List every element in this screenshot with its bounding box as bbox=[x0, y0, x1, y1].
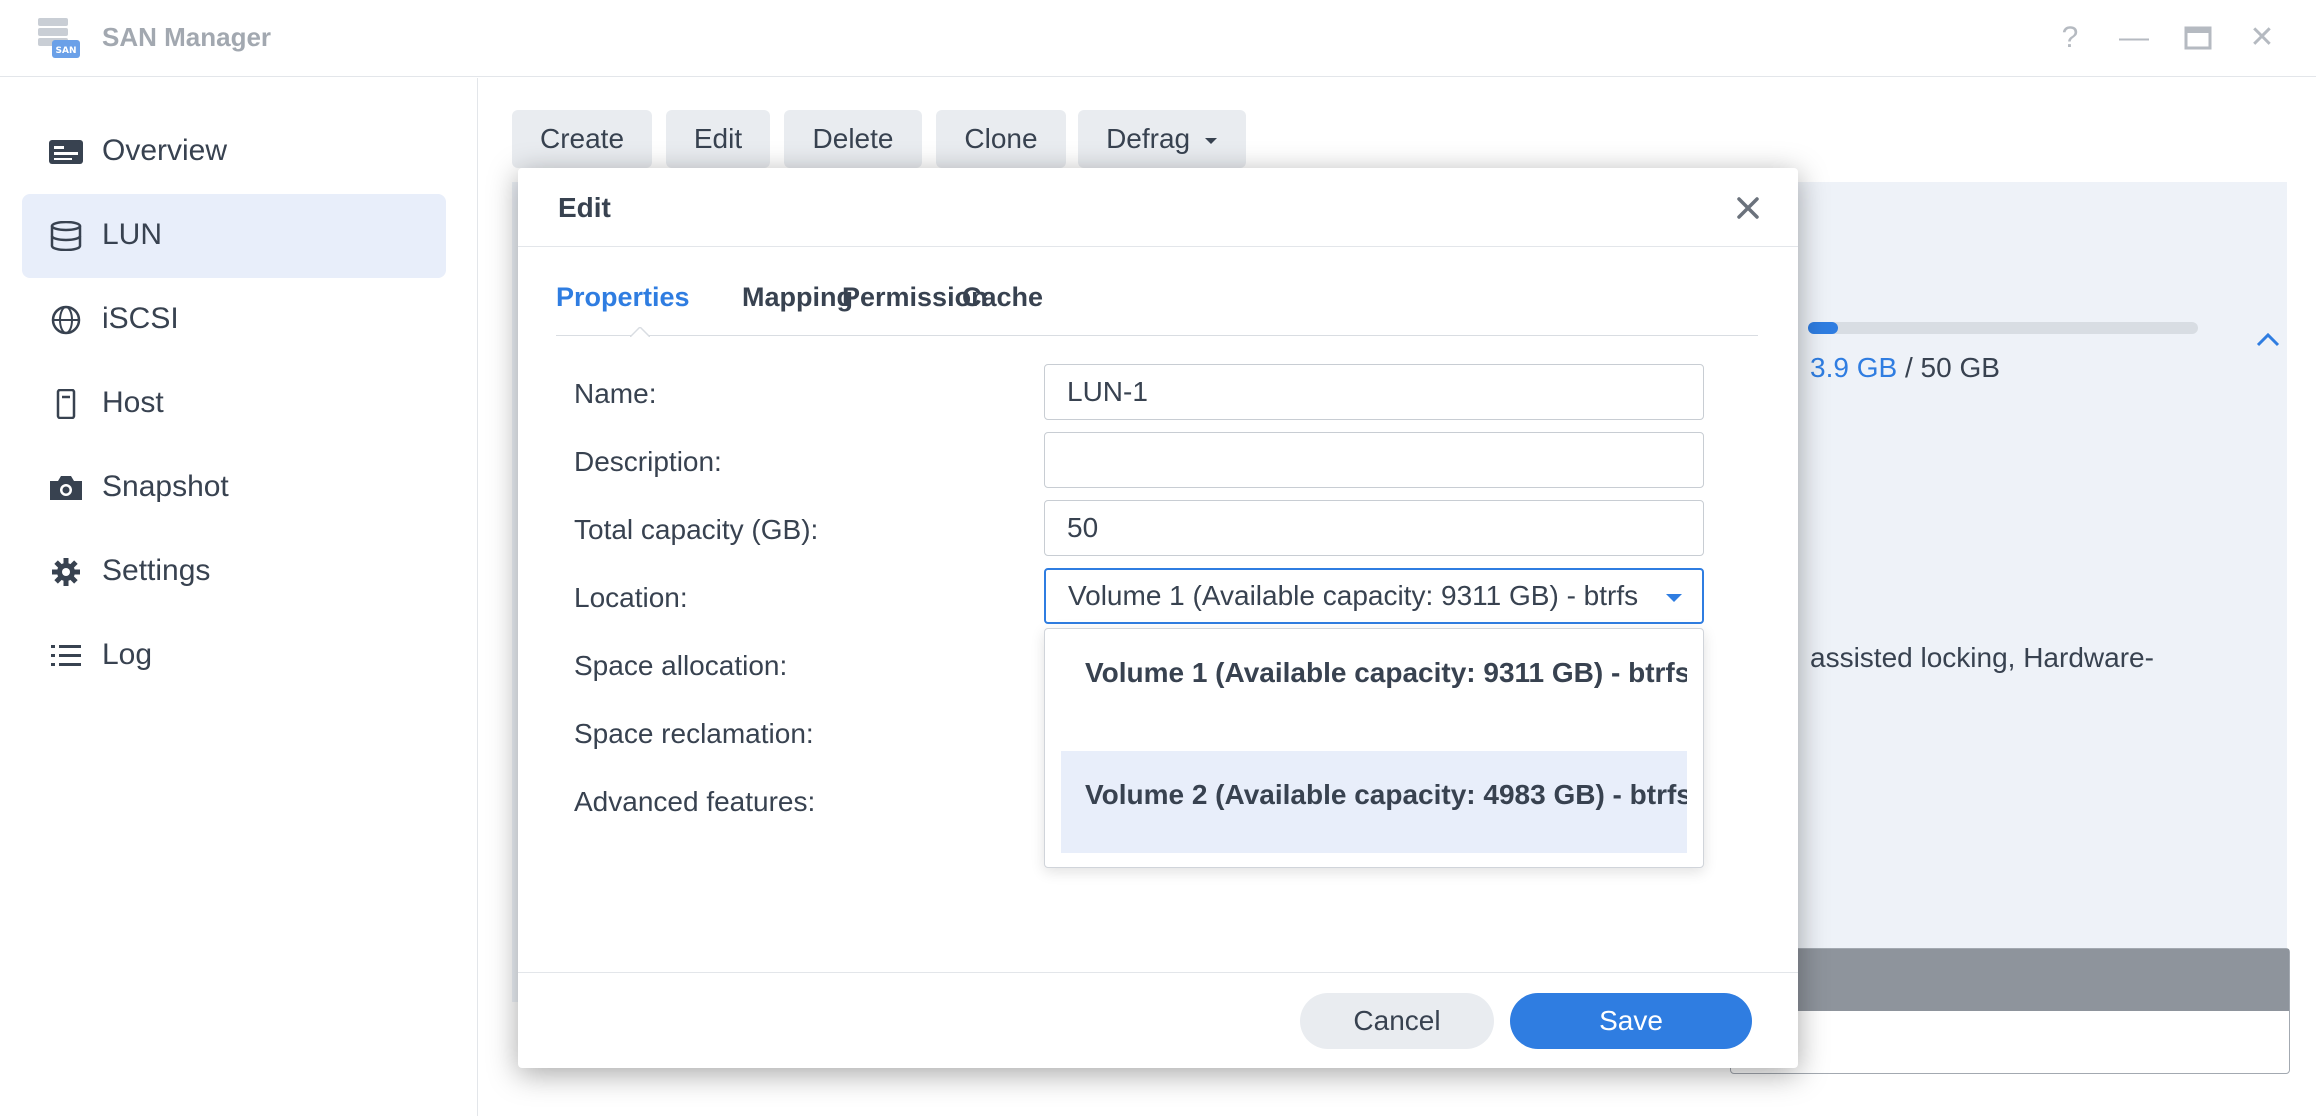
sidebar-item-label: LUN bbox=[102, 218, 163, 251]
title-bar: SAN SAN Manager ? — ✕ bbox=[0, 0, 2316, 77]
space-reclamation-label: Space reclamation: bbox=[574, 718, 814, 749]
name-input[interactable]: LUN-1 bbox=[1044, 364, 1704, 420]
close-icon[interactable] bbox=[1730, 190, 1766, 226]
name-label: Name: bbox=[574, 378, 657, 409]
sidebar-item-label: Overview bbox=[102, 134, 228, 167]
clone-button[interactable]: Clone bbox=[936, 110, 1066, 168]
location-dropdown-menu: Volume 1 (Available capacity: 9311 GB) -… bbox=[1044, 628, 1704, 868]
chevron-up-icon[interactable] bbox=[2254, 330, 2282, 350]
app-title: SAN Manager bbox=[102, 22, 272, 52]
host-icon bbox=[56, 389, 76, 419]
usage-total: 50 GB bbox=[1920, 352, 2000, 383]
tab-properties[interactable]: Properties bbox=[556, 282, 690, 313]
tab-mapping[interactable]: Mapping bbox=[742, 282, 853, 313]
usage-text: 3.9 GB / 50 GB bbox=[1810, 352, 2000, 384]
sidebar-item-settings[interactable]: Settings bbox=[22, 530, 446, 614]
defrag-label: Defrag bbox=[1106, 123, 1191, 154]
background-table-header bbox=[1731, 949, 2289, 1011]
advanced-features-text: assisted locking, Hardware- bbox=[1810, 642, 2154, 673]
create-button[interactable]: Create bbox=[512, 110, 652, 168]
edit-dialog: Edit Properties Mapping Permission Cache… bbox=[518, 168, 1798, 1068]
san-manager-icon: SAN bbox=[38, 18, 80, 58]
gear-icon bbox=[52, 558, 80, 586]
sidebar-item-log[interactable]: Log bbox=[22, 614, 446, 698]
total-capacity-input[interactable]: 50 bbox=[1044, 500, 1704, 556]
sidebar-item-label: Log bbox=[102, 638, 153, 671]
defrag-button[interactable]: Defrag bbox=[1078, 110, 1246, 168]
sidebar-item-label: iSCSI bbox=[102, 302, 179, 335]
space-allocation-label: Space allocation: bbox=[574, 650, 788, 681]
caret-down-icon bbox=[1204, 137, 1217, 144]
usage-used: 3.9 GB bbox=[1810, 352, 1898, 383]
advanced-features-label: Advanced features: bbox=[574, 786, 816, 817]
sidebar-item-label: Settings bbox=[102, 554, 211, 587]
close-window-icon[interactable]: ✕ bbox=[2242, 18, 2282, 58]
tab-cache[interactable]: Cache bbox=[962, 282, 1043, 313]
dialog-footer-divider bbox=[518, 972, 1798, 973]
description-input[interactable] bbox=[1044, 432, 1704, 488]
sidebar-item-overview[interactable]: Overview bbox=[22, 110, 446, 194]
dialog-title: Edit bbox=[558, 192, 611, 223]
sidebar-item-snapshot[interactable]: Snapshot bbox=[22, 446, 446, 530]
list-icon bbox=[51, 645, 81, 666]
total-capacity-label: Total capacity (GB): bbox=[574, 514, 819, 545]
location-option-volume-1[interactable]: Volume 1 (Available capacity: 9311 GB) -… bbox=[1061, 629, 1687, 731]
dialog-tabs: Properties Mapping Permission Cache bbox=[556, 282, 1758, 337]
save-button[interactable]: Save bbox=[1510, 993, 1752, 1049]
usage-progress-fill bbox=[1808, 322, 1839, 334]
sidebar-item-host[interactable]: Host bbox=[22, 362, 446, 446]
sidebar-item-label: Host bbox=[102, 386, 164, 419]
svg-text:SAN: SAN bbox=[56, 46, 77, 56]
globe-icon bbox=[51, 305, 81, 335]
background-table bbox=[1730, 948, 2290, 1074]
delete-button[interactable]: Delete bbox=[784, 110, 922, 168]
help-icon[interactable]: ? bbox=[2050, 18, 2090, 58]
database-icon bbox=[50, 221, 82, 251]
sidebar-item-lun[interactable]: LUN bbox=[22, 194, 446, 278]
minimize-icon[interactable]: — bbox=[2114, 18, 2154, 58]
location-option-volume-2[interactable]: Volume 2 (Available capacity: 4983 GB) -… bbox=[1061, 751, 1687, 853]
dialog-header-divider bbox=[518, 246, 1798, 247]
usage-separator: / bbox=[1897, 352, 1921, 383]
maximize-icon[interactable] bbox=[2178, 22, 2218, 56]
sidebar-item-label: Snapshot bbox=[102, 470, 229, 503]
sidebar: Overview LUN iSCSI Host Snapshot Setting… bbox=[0, 78, 478, 1116]
location-label: Location: bbox=[574, 582, 688, 613]
dropdown-arrow-icon[interactable] bbox=[1664, 592, 1684, 604]
location-select[interactable]: Volume 1 (Available capacity: 9311 GB) -… bbox=[1044, 568, 1704, 624]
active-tab-indicator bbox=[630, 327, 650, 337]
usage-progress-bar bbox=[1808, 322, 2198, 334]
description-label: Description: bbox=[574, 446, 722, 477]
overview-icon bbox=[49, 140, 83, 164]
sidebar-item-iscsi[interactable]: iSCSI bbox=[22, 278, 446, 362]
cancel-button[interactable]: Cancel bbox=[1300, 993, 1494, 1049]
edit-button[interactable]: Edit bbox=[666, 110, 770, 168]
camera-icon bbox=[50, 476, 82, 500]
